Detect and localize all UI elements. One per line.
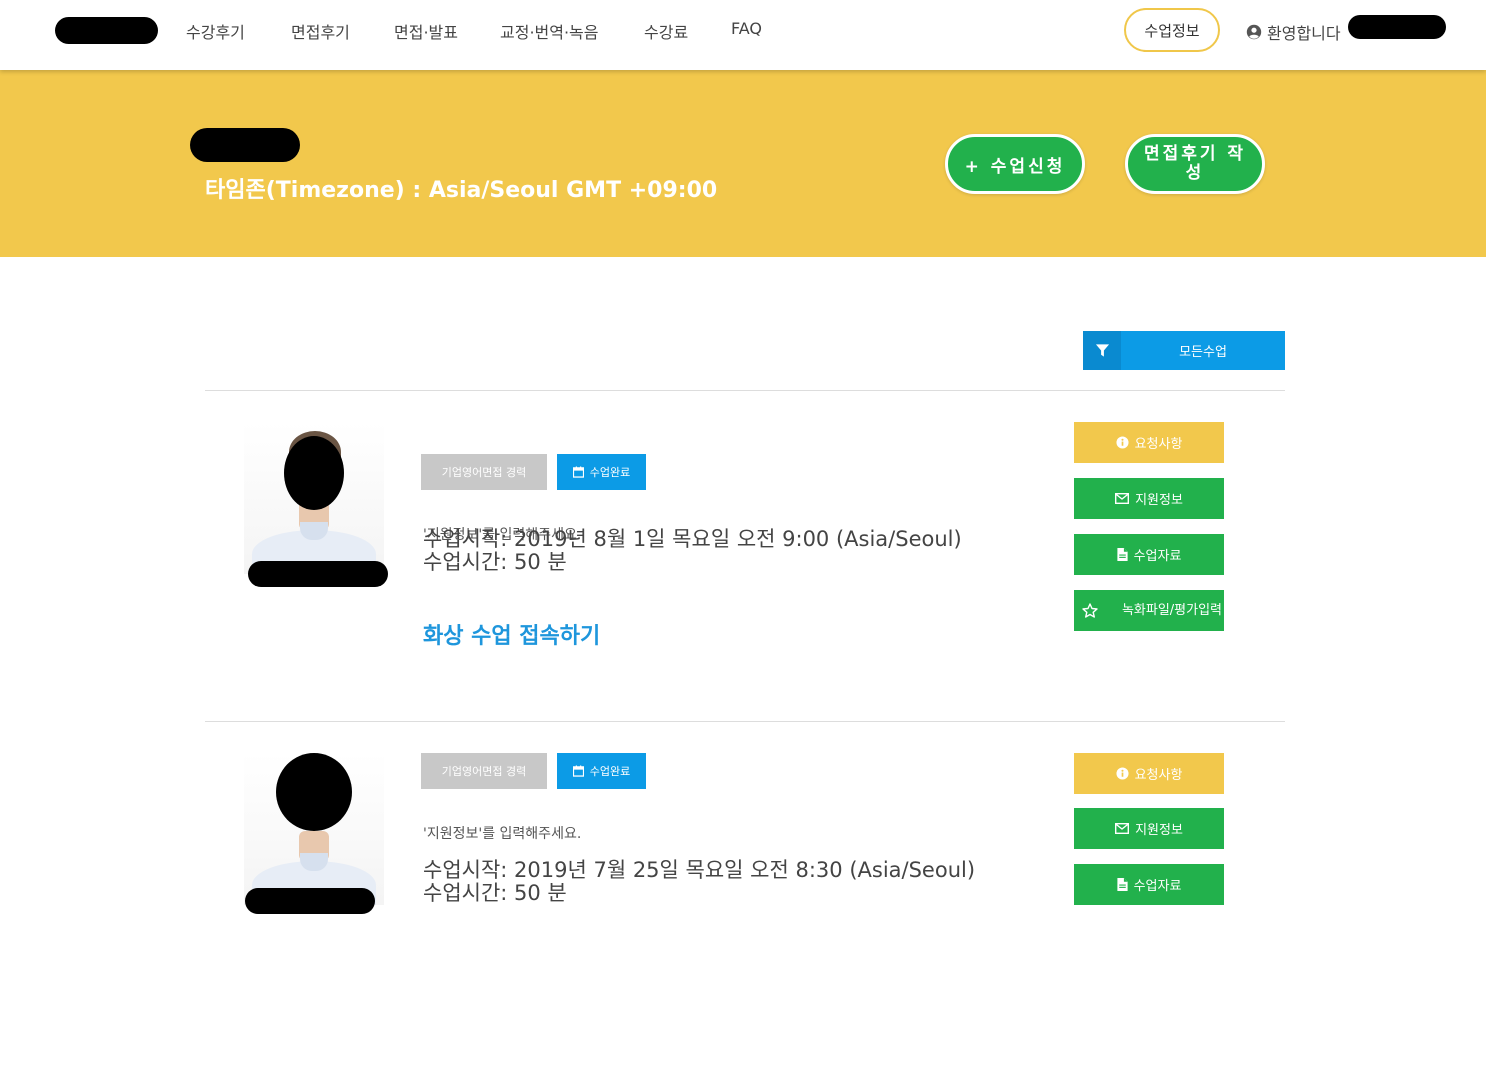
- envelope-icon: [1115, 823, 1130, 834]
- tutor-photo: [244, 753, 384, 905]
- divider: [205, 390, 1285, 391]
- redacted-username: [1348, 15, 1446, 39]
- redacted-tutor-name: [248, 561, 388, 587]
- nav-item-interview-reviews[interactable]: 면접후기: [291, 19, 350, 43]
- nav-item-interview-presentation[interactable]: 면접·발표: [394, 19, 458, 43]
- lesson-duration: 수업시간: 50 분: [423, 881, 567, 905]
- redacted-tutor-name: [245, 888, 375, 914]
- calendar-icon: [572, 466, 584, 478]
- application-info-button[interactable]: 지원정보: [1074, 478, 1224, 519]
- category-tag: 기업영어면접 경력: [421, 454, 547, 490]
- nav-item-tuition[interactable]: 수강료: [644, 19, 688, 43]
- status-badge: 수업완료: [557, 753, 646, 789]
- video-class-link[interactable]: 화상 수업 접속하기: [423, 618, 600, 650]
- request-button[interactable]: 요청사항: [1074, 753, 1224, 794]
- redacted-name: [190, 128, 300, 162]
- nav-item-course-reviews[interactable]: 수강후기: [186, 19, 245, 43]
- category-tag: 기업영어면접 경력: [421, 753, 547, 789]
- request-label: 요청사항: [1134, 437, 1183, 452]
- calendar-icon: [572, 765, 584, 777]
- lesson-tags: 기업영어면접 경력 수업완료: [421, 753, 646, 789]
- lesson-card: 기업영어면접 경력 수업완료 '지원정보'를 입력해주세요. 수업시작: 201…: [205, 422, 1285, 752]
- tutor-photo: [244, 422, 384, 574]
- divider: [205, 721, 1285, 722]
- profile-banner: 타임존(Timezone) : Asia/Seoul GMT +09:00 + …: [0, 70, 1486, 257]
- file-icon: [1116, 878, 1128, 891]
- application-info-prompt: '지원정보'를 입력해주세요.: [423, 826, 582, 842]
- class-filter-dropdown[interactable]: 모든수업: [1083, 331, 1285, 370]
- recording-evaluation-label: 녹화파일/평가입력: [1121, 603, 1222, 618]
- write-interview-review-button[interactable]: 면접후기 작성: [1125, 134, 1265, 194]
- request-label: 요청사항: [1134, 768, 1183, 783]
- file-icon: [1116, 548, 1128, 561]
- application-info-label: 지원정보: [1135, 823, 1183, 838]
- top-navbar: 수강후기 면접후기 면접·발표 교정·번역·녹음 수강료 FAQ 수업정보 환영…: [0, 0, 1486, 70]
- recording-evaluation-button[interactable]: 녹화파일/평가입력: [1074, 590, 1224, 631]
- materials-label: 수업자료: [1133, 879, 1182, 894]
- star-icon: [1082, 603, 1098, 618]
- user-circle-icon: [1246, 24, 1262, 40]
- filter-icon-box: [1083, 331, 1121, 370]
- class-info-button[interactable]: 수업정보: [1124, 8, 1220, 52]
- welcome-text: 환영합니다: [1267, 24, 1341, 43]
- info-icon: [1116, 767, 1129, 780]
- lesson-tags: 기업영어면접 경력 수업완료: [421, 454, 646, 490]
- lesson-duration: 수업시간: 50 분: [423, 550, 567, 574]
- redacted-logo[interactable]: [55, 17, 158, 44]
- timezone-label: 타임존(Timezone) : Asia/Seoul GMT +09:00: [205, 178, 718, 203]
- status-label: 수업완료: [589, 765, 631, 778]
- lesson-card: 기업영어면접 경력 수업완료 '지원정보'를 입력해주세요. 수업시작: 201…: [205, 753, 1285, 1083]
- materials-button[interactable]: 수업자료: [1074, 864, 1224, 905]
- nav-item-proofreading-translation-recording[interactable]: 교정·번역·녹음: [500, 19, 599, 43]
- request-button[interactable]: 요청사항: [1074, 422, 1224, 463]
- materials-label: 수업자료: [1133, 549, 1182, 564]
- status-label: 수업완료: [589, 466, 631, 479]
- info-icon: [1116, 436, 1129, 449]
- welcome-user[interactable]: 환영합니다: [1246, 20, 1341, 44]
- apply-class-button[interactable]: + 수업신청: [945, 134, 1085, 194]
- application-info-button[interactable]: 지원정보: [1074, 808, 1224, 849]
- materials-button[interactable]: 수업자료: [1074, 534, 1224, 575]
- filter-label: 모든수업: [1179, 345, 1227, 360]
- status-badge: 수업완료: [557, 454, 646, 490]
- envelope-icon: [1115, 493, 1130, 504]
- nav-item-faq[interactable]: FAQ: [731, 19, 762, 38]
- filter-icon: [1095, 344, 1109, 357]
- application-info-label: 지원정보: [1135, 493, 1183, 508]
